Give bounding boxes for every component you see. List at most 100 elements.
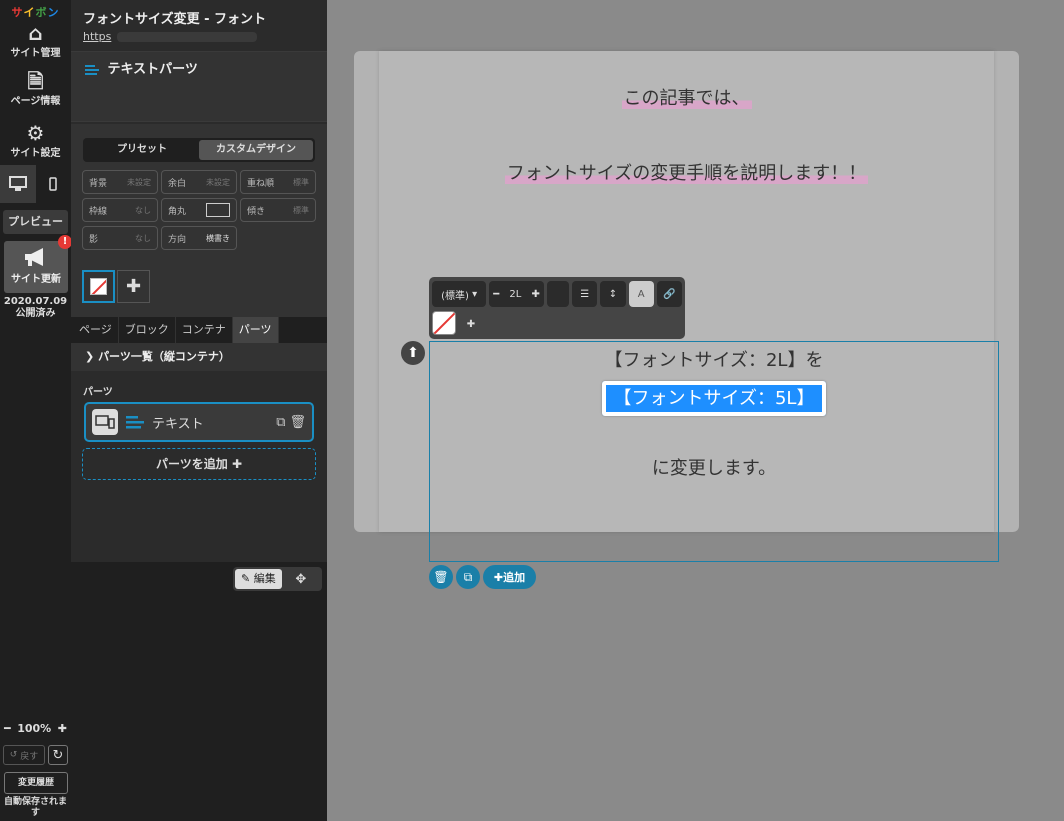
highlighted-selection[interactable]: 【フォントサイズ：5L】: [601, 381, 827, 416]
redo-button[interactable]: ↻: [48, 745, 68, 765]
trash-icon: 🗑: [433, 570, 449, 584]
zoom-in-button[interactable]: ✚: [58, 722, 67, 735]
tab-block[interactable]: ブロック: [119, 317, 176, 343]
site-manage-button[interactable]: ⌂ サイト管理: [0, 22, 71, 59]
desktop-view-button[interactable]: [0, 165, 36, 203]
bold-button[interactable]: [546, 281, 570, 307]
prop-radius[interactable]: 角丸: [161, 198, 237, 222]
pencil-icon: ✎: [241, 572, 251, 585]
no-style-swatch[interactable]: [82, 270, 115, 303]
chevron-down-icon: ▾: [472, 288, 478, 300]
mobile-view-button[interactable]: [36, 165, 72, 203]
edit-button[interactable]: ✎ 編集: [235, 569, 282, 589]
style-area: プリセット カスタムデザイン 背景 未設定 余白 未設定 重ね順 標準 枠線 なし 角丸…: [71, 124, 327, 317]
zoom-out-button[interactable]: ━: [4, 722, 11, 735]
tab-parts[interactable]: パーツ: [232, 317, 279, 343]
move-icon[interactable]: ✥: [282, 572, 320, 587]
desktop-icon: [8, 176, 27, 191]
prop-direction[interactable]: 方向 横書き: [161, 226, 237, 250]
prop-border[interactable]: 枠線 なし: [82, 198, 158, 222]
prop-zorder[interactable]: 重ね順 標準: [240, 170, 316, 194]
prop-tilt[interactable]: 傾き 標準: [240, 198, 316, 222]
plus-icon: ✚: [231, 457, 242, 471]
edit-toolbar: ✎ 編集 ✥: [233, 567, 322, 591]
tab-page[interactable]: ページ: [73, 317, 119, 343]
text-lines-icon: [85, 64, 99, 75]
editor-panel: フォントサイズ変更 - フォント https テキストパーツ プリセット カスタ…: [71, 0, 327, 821]
custom-design-tab[interactable]: カスタムデザイン: [199, 140, 313, 160]
plus-icon: ✚: [125, 276, 142, 297]
style-select[interactable]: (標準) ▾: [432, 281, 487, 307]
align-center-icon: ☰: [580, 288, 590, 300]
parts-list-header[interactable]: ❯ パーツ一覧（縦コンテナ）: [71, 343, 327, 371]
home-icon: ⌂: [28, 21, 43, 45]
gear-icon: ⚙: [26, 121, 45, 145]
page-block: この記事では、 フォントサイズの変更手順を説明します！！ (標準) ▾ ━ 2L ✚…: [354, 51, 1019, 589]
link-icon: 🔗: [663, 288, 676, 300]
part-item-text[interactable]: テキスト ⧉ 🗑: [84, 402, 314, 442]
copy-part-button[interactable]: ⧉: [456, 565, 480, 589]
site-settings-button[interactable]: ⚙ サイト設定: [0, 122, 71, 159]
page-url[interactable]: https: [83, 30, 315, 43]
delete-part-button[interactable]: 🗑: [429, 565, 453, 589]
no-style-swatch[interactable]: [432, 311, 456, 335]
add-swatch-button[interactable]: ✚: [117, 270, 150, 303]
link-button[interactable]: 🔗: [656, 281, 683, 307]
text-line-2: 【フォントサイズ：5L】: [430, 381, 998, 416]
autosave-note: 自動保存されます: [3, 797, 67, 818]
saibon-logo: サイボン: [11, 6, 60, 19]
page-info-button[interactable]: 🗎 ページ情報: [0, 70, 71, 107]
text-part-1[interactable]: この記事では、: [379, 84, 994, 110]
prop-margin[interactable]: 余白 未設定: [161, 170, 237, 194]
undo-redo: ↺ 戻す ↻: [3, 745, 69, 765]
text-part-2[interactable]: フォントサイズの変更手順を説明します！！: [379, 159, 994, 185]
preview-button[interactable]: プレビュー: [3, 210, 68, 234]
device-switcher: [0, 165, 71, 203]
zoom-control: ━ 100% ✚: [0, 722, 71, 735]
preset-tab[interactable]: プリセット: [85, 140, 199, 160]
text-format-toolbar: (標準) ▾ ━ 2L ✚ ☰ ↕ A 🔗 ✚: [429, 277, 685, 339]
tab-container[interactable]: コンテナ: [176, 317, 233, 343]
align-center-button[interactable]: ☰: [572, 281, 598, 307]
text-color-button[interactable]: A: [628, 281, 654, 307]
chevron-down-icon: ❯: [85, 350, 95, 363]
add-part-button[interactable]: パーツを追加 ✚: [82, 448, 316, 480]
move-up-button[interactable]: ⬆: [401, 341, 425, 365]
document-icon: 🗎: [27, 69, 44, 93]
design-mode-toggle: プリセット カスタムデザイン: [83, 138, 315, 162]
blurred-url: [117, 31, 258, 42]
publish-info: 2020.07.09 公開済み: [3, 296, 68, 319]
arrow-up-icon: ⬆: [407, 345, 419, 361]
redo-icon: ↻: [52, 747, 64, 763]
icon-rail: サイボン ⌂ サイト管理 🗎 ページ情報 ⚙ サイト設定 プレビュー ! サイト…: [0, 0, 72, 821]
parts-label: パーツ: [83, 387, 113, 398]
prop-shadow[interactable]: 影なし: [82, 226, 158, 250]
minus-icon[interactable]: ━: [493, 289, 499, 300]
megaphone-icon: [25, 248, 43, 266]
add-part-inline-button[interactable]: ✚ 追加: [483, 565, 536, 589]
change-history-button[interactable]: 変更履歴: [4, 772, 68, 794]
mobile-icon: [49, 177, 57, 191]
plus-icon[interactable]: ✚: [531, 289, 539, 300]
undo-icon: ↺: [9, 750, 18, 760]
font-size-stepper[interactable]: ━ 2L ✚: [489, 281, 544, 307]
trash-icon[interactable]: 🗑: [289, 415, 306, 430]
page-canvas: この記事では、 フォントサイズの変更手順を説明します！！ (標準) ▾ ━ 2L ✚…: [327, 0, 1064, 821]
copy-icon[interactable]: ⧉: [276, 415, 285, 430]
add-style-button[interactable]: ✚: [459, 311, 483, 337]
line-height-icon: ↕: [608, 288, 618, 300]
text-lines-icon: [126, 415, 144, 428]
line-height-button[interactable]: ↕: [600, 281, 626, 307]
text-line-3: に変更します。: [651, 458, 777, 479]
undo-button[interactable]: ↺ 戻す: [3, 745, 45, 765]
style-properties: 背景 未設定 余白 未設定 重ね順 標準 枠線 なし 角丸 傾き 標準 影なし 方向 横書き: [82, 170, 318, 250]
text-line-1: 【フォントサイズ：2L】を: [604, 350, 824, 371]
device-visibility-icon[interactable]: [92, 409, 118, 435]
prop-background[interactable]: 背景 未設定: [82, 170, 158, 194]
panel-footer-area: [71, 562, 327, 821]
style-swatches: ✚: [82, 270, 150, 303]
part-title: テキストパーツ: [71, 52, 327, 122]
site-update-button[interactable]: ! サイト更新: [4, 235, 72, 293]
selected-text-part[interactable]: 【フォントサイズ：2L】を 【フォントサイズ：5L】 に変更します。: [429, 341, 999, 562]
level-tabs: ページ ブロック コンテナ パーツ: [71, 317, 327, 343]
